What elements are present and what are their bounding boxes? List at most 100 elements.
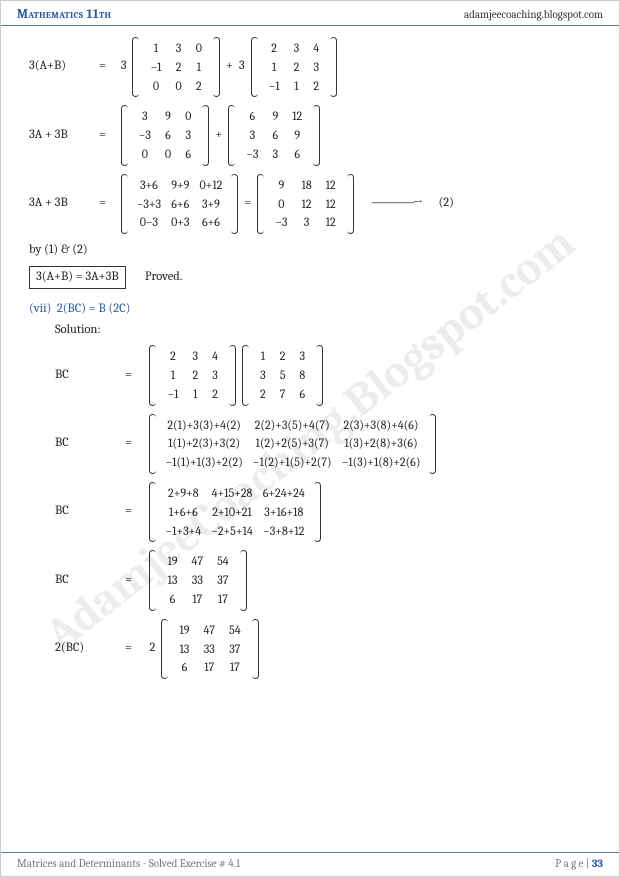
matrix-cell: 3 bbox=[178, 126, 198, 145]
matrix-cell: 2+9+8 bbox=[160, 484, 206, 503]
equals: = bbox=[99, 127, 106, 145]
matrix-cell: 54 bbox=[210, 552, 236, 571]
matrix-cell: 6+6 bbox=[166, 195, 194, 214]
footer-left: Matrices and Determinants - Solved Exerc… bbox=[17, 857, 240, 870]
matrix-cell: 9 bbox=[268, 176, 294, 195]
matrix: 123358276 bbox=[242, 345, 323, 405]
matrix-cell: 6 bbox=[160, 590, 184, 609]
matrix-cell: 0 bbox=[189, 39, 209, 58]
eq-lhs: 3A + 3B bbox=[29, 195, 93, 213]
eq-lhs: BC bbox=[55, 435, 119, 453]
equals: = bbox=[125, 503, 132, 521]
matrix-cell: 18 bbox=[294, 176, 318, 195]
equation-row: 3A + 3B = 3+69+90+12−3+36+63+90−30+36+6 … bbox=[29, 174, 597, 234]
matrix-cell: 33 bbox=[196, 640, 222, 659]
page-label: P a g e | bbox=[555, 857, 592, 870]
matrix-cell: 37 bbox=[222, 640, 248, 659]
matrix: 6912369−336 bbox=[228, 105, 320, 165]
eq-lhs: BC bbox=[55, 503, 119, 521]
matrix-cell: −1 bbox=[160, 385, 185, 404]
equals: = bbox=[125, 572, 132, 590]
matrix-cell: 0 bbox=[268, 195, 294, 214]
matrix-cell: 6 bbox=[158, 126, 178, 145]
eq-number: (2) bbox=[438, 195, 453, 213]
matrix-cell: 0+12 bbox=[194, 176, 227, 195]
matrix-cell: −1(1)+1(3)+2(2) bbox=[160, 453, 247, 472]
eq-lhs: BC bbox=[55, 367, 119, 385]
matrix-cell: 2+10+21 bbox=[206, 503, 258, 522]
matrix-cell: 6 bbox=[292, 385, 312, 404]
matrix: 130−121002 bbox=[132, 37, 219, 97]
matrix-cell: 2 bbox=[287, 58, 307, 77]
matrix-cell: 1 bbox=[189, 58, 209, 77]
matrix: 2+9+84+15+286+24+241+6+62+10+213+16+18−1… bbox=[149, 482, 320, 542]
matrix-cell: 2 bbox=[168, 58, 188, 77]
matrix-cell: 19 bbox=[160, 552, 184, 571]
matrix-cell: 33 bbox=[185, 571, 211, 590]
matrix-cell: 12 bbox=[294, 195, 318, 214]
matrix-cell: 6 bbox=[265, 126, 285, 145]
matrix-cell: 0 bbox=[178, 107, 198, 126]
matrix-cell: −1+3+4 bbox=[160, 522, 206, 541]
matrix-cell: 2 bbox=[273, 347, 293, 366]
part-number: (vii) bbox=[29, 302, 51, 316]
matrix-cell: 1 bbox=[287, 77, 307, 96]
matrix-cell: 1(1)+2(3)+3(2) bbox=[160, 434, 247, 453]
matrix-cell: 2 bbox=[189, 77, 209, 96]
matrix-cell: 3+9 bbox=[194, 195, 227, 214]
matrix-cell: 17 bbox=[196, 658, 222, 677]
solution-label: Solution: bbox=[55, 322, 597, 340]
matrix-cell: 3 bbox=[185, 347, 205, 366]
plus: + bbox=[226, 58, 233, 76]
matrix-cell: −3+8+12 bbox=[258, 522, 310, 541]
matrix-cell: 6 bbox=[172, 658, 196, 677]
matrix-cell: 2 bbox=[205, 385, 225, 404]
matrix-cell: 3 bbox=[239, 126, 265, 145]
matrix: 2(1)+3(3)+4(2)2(2)+3(5)+4(7)2(3)+3(8)+4(… bbox=[149, 414, 436, 474]
matrix-cell: 4 bbox=[306, 39, 326, 58]
equation-row: 3A + 3B = 390−363006 + 6912369−336 bbox=[29, 105, 597, 165]
matrix: 9181201212−3312 bbox=[257, 174, 353, 234]
matrix-cell: 1+6+6 bbox=[160, 503, 206, 522]
page-content: 3(A+B) = 3 130−121002 + 3 234123−112 3A … bbox=[1, 26, 619, 695]
proved-label: Proved. bbox=[145, 270, 182, 284]
matrix-cell: −3 bbox=[268, 213, 294, 232]
equals: = bbox=[99, 58, 106, 76]
scalar: 3 bbox=[121, 58, 127, 76]
matrix-cell: 2 bbox=[185, 366, 205, 385]
matrix-cell: 1 bbox=[143, 39, 168, 58]
matrix-cell: 3 bbox=[292, 347, 312, 366]
matrix-cell: 5 bbox=[273, 366, 293, 385]
matrix-cell: 1 bbox=[253, 347, 273, 366]
matrix-cell: 1(2)+2(5)+3(7) bbox=[248, 434, 337, 453]
page-number: 33 bbox=[592, 857, 603, 870]
matrix-cell: 3 bbox=[287, 39, 307, 58]
matrix-cell: 17 bbox=[222, 658, 248, 677]
matrix-cell: 12 bbox=[319, 213, 343, 232]
matrix: 19475413333761717 bbox=[149, 550, 246, 610]
eq-lhs: 3A + 3B bbox=[29, 127, 93, 145]
matrix-cell: 12 bbox=[319, 176, 343, 195]
section: (vii) 2(BC) = B (2C) Solution: BC = 2341… bbox=[29, 301, 597, 679]
matrix-cell: 37 bbox=[210, 571, 236, 590]
matrix: 234123−112 bbox=[149, 345, 236, 405]
scalar: 3 bbox=[239, 58, 245, 76]
matrix-cell: 3 bbox=[132, 107, 158, 126]
matrix-cell: 0 bbox=[143, 77, 168, 96]
matrix-cell: 47 bbox=[185, 552, 211, 571]
equation-row: BC = 2+9+84+15+286+24+241+6+62+10+213+16… bbox=[55, 482, 597, 542]
equation-row: BC = 234123−112 123358276 bbox=[55, 345, 597, 405]
matrix-cell: 7 bbox=[273, 385, 293, 404]
equals: = bbox=[125, 367, 132, 385]
matrix-cell: 3 bbox=[205, 366, 225, 385]
part-statement: 2(BC) = B (2C) bbox=[57, 302, 131, 316]
matrix-cell: 3+16+18 bbox=[258, 503, 310, 522]
matrix-cell: 19 bbox=[172, 621, 196, 640]
matrix-cell: 6+24+24 bbox=[258, 484, 310, 503]
matrix-cell: 6+6 bbox=[194, 213, 227, 232]
matrix-cell: 9 bbox=[265, 107, 285, 126]
matrix-cell: 9+9 bbox=[166, 176, 194, 195]
matrix-cell: 2(2)+3(5)+4(7) bbox=[248, 416, 337, 435]
matrix-cell: 1 bbox=[185, 385, 205, 404]
matrix-cell: 13 bbox=[160, 571, 184, 590]
